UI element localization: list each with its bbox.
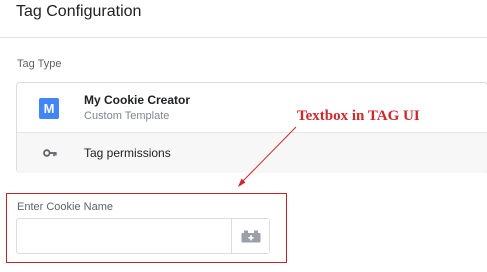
template-badge-icon: M bbox=[39, 98, 59, 119]
key-icon bbox=[43, 149, 57, 157]
template-type: Custom Template bbox=[84, 110, 170, 122]
cookie-name-input[interactable] bbox=[17, 219, 231, 253]
cookie-name-field bbox=[16, 218, 270, 254]
cookie-name-label: Enter Cookie Name bbox=[17, 201, 113, 213]
annotation-text: Textbox in TAG UI bbox=[297, 108, 420, 124]
page-title: Tag Configuration bbox=[16, 3, 142, 20]
tag-permissions-label: Tag permissions bbox=[84, 146, 171, 160]
tag-type-card[interactable]: M My Cookie Creator Custom Template Tag … bbox=[16, 82, 487, 173]
tag-configuration-page: Tag Configuration Tag Type M My Cookie C… bbox=[0, 0, 487, 272]
variable-brick-icon bbox=[241, 230, 261, 243]
insert-variable-button[interactable] bbox=[231, 219, 269, 253]
tag-permissions-row[interactable]: Tag permissions bbox=[17, 133, 487, 173]
template-name: My Cookie Creator bbox=[84, 93, 191, 107]
header-divider bbox=[0, 37, 487, 38]
tag-type-label: Tag Type bbox=[17, 58, 62, 70]
